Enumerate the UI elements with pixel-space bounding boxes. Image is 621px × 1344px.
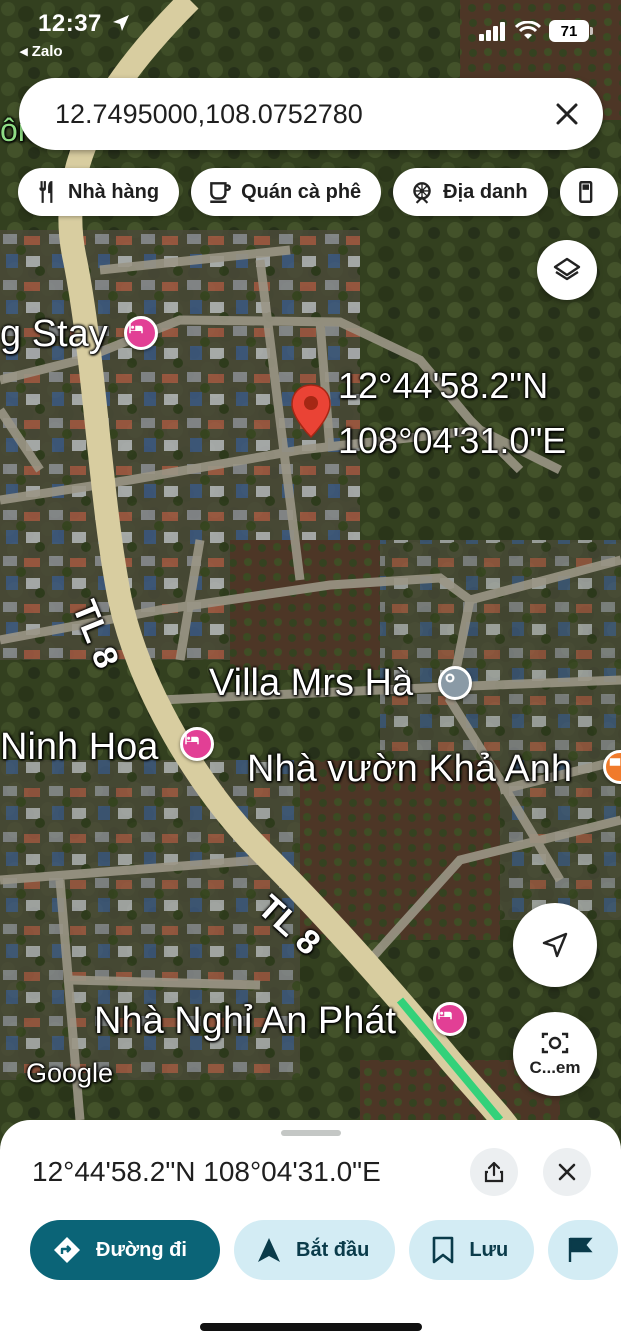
navigation-arrow-icon bbox=[542, 932, 568, 958]
save-button[interactable]: Lưu bbox=[409, 1220, 535, 1280]
home-indicator[interactable] bbox=[200, 1323, 422, 1331]
chip-gas[interactable] bbox=[559, 168, 618, 216]
chip-cafes[interactable]: Quán cà phê bbox=[191, 168, 382, 216]
bed-icon bbox=[438, 1009, 452, 1020]
coordinates-title: 12°44'58.2"N 108°04'31.0"E bbox=[32, 1156, 381, 1187]
share-button[interactable] bbox=[470, 1148, 518, 1196]
directions-label: Đường đi bbox=[96, 1238, 187, 1261]
restaurant-icon bbox=[39, 181, 53, 203]
share-icon bbox=[484, 1161, 504, 1183]
flag-icon bbox=[569, 1237, 593, 1262]
chip-label: Quán cà phê bbox=[241, 180, 362, 203]
label-button[interactable] bbox=[548, 1220, 619, 1280]
pin-latitude-label: 12°44'58.2"N bbox=[338, 365, 549, 406]
back-to-app-link[interactable]: ◂ Zalo bbox=[20, 42, 63, 60]
hotel-pin-stay[interactable] bbox=[124, 316, 158, 350]
map-label-villa[interactable]: Villa Mrs Hà bbox=[209, 662, 413, 705]
action-buttons: Đường đi Bắt đầu Lưu bbox=[30, 1220, 619, 1280]
my-location-button[interactable] bbox=[513, 903, 597, 987]
map-label-stay[interactable]: g Stay bbox=[0, 313, 108, 356]
hotel-pin-an-phat[interactable] bbox=[433, 1002, 467, 1036]
place-pin-villa[interactable] bbox=[438, 666, 472, 700]
layers-button[interactable] bbox=[537, 240, 597, 300]
directions-icon bbox=[54, 1237, 80, 1263]
layers-icon bbox=[553, 257, 581, 281]
bed-icon bbox=[185, 734, 199, 745]
bed-icon bbox=[129, 323, 143, 334]
map-label-ninh-hoa[interactable]: Ninh Hoa bbox=[0, 726, 158, 769]
save-label: Lưu bbox=[469, 1238, 509, 1261]
location-arrow-icon bbox=[113, 15, 130, 31]
clock: 12:37 bbox=[38, 10, 102, 37]
wifi-icon bbox=[515, 21, 541, 39]
search-input[interactable]: 12.7495000,108.0752780 bbox=[55, 99, 363, 130]
map-label-an-phat[interactable]: Nhà Nghỉ An Phát bbox=[94, 1000, 396, 1043]
place-bottom-sheet[interactable]: 12°44'58.2"N 108°04'31.0"E Đường đi Bắt … bbox=[0, 1120, 621, 1344]
camera-label: C...em bbox=[529, 1058, 581, 1077]
chip-label: Địa danh bbox=[443, 180, 528, 203]
start-label: Bắt đầu bbox=[296, 1238, 370, 1261]
lodging-icon bbox=[609, 758, 621, 766]
camera-lens-icon bbox=[541, 1032, 569, 1054]
camera-button[interactable]: C...em bbox=[513, 1012, 597, 1096]
chip-restaurants[interactable]: Nhà hàng bbox=[18, 168, 180, 216]
status-time: 12:37 bbox=[38, 10, 131, 38]
status-icons: 71 bbox=[479, 20, 593, 42]
chip-label: Nhà hàng bbox=[68, 180, 160, 203]
hotel-pin-ninh-hoa[interactable] bbox=[180, 727, 214, 761]
navigation-icon bbox=[258, 1238, 280, 1262]
battery-indicator: 71 bbox=[549, 20, 593, 42]
place-dot-icon bbox=[445, 673, 455, 683]
attraction-icon bbox=[413, 182, 431, 204]
coffee-icon bbox=[210, 182, 232, 203]
category-chips: Nhà hàng Quán cà phê Địa danh bbox=[18, 168, 618, 216]
sheet-drag-handle[interactable] bbox=[281, 1130, 341, 1136]
pin-longitude-label: 108°04'31.0"E bbox=[338, 420, 567, 461]
close-icon bbox=[558, 1163, 576, 1181]
directions-button[interactable]: Đường đi bbox=[30, 1220, 220, 1280]
close-icon[interactable] bbox=[553, 100, 581, 128]
close-sheet-button[interactable] bbox=[543, 1148, 591, 1196]
map-label-nha-vuon[interactable]: Nhà vườn Khả Anh bbox=[247, 748, 572, 791]
signal-icon bbox=[479, 22, 505, 41]
location-pin-icon[interactable] bbox=[290, 383, 332, 439]
google-logo: Google bbox=[26, 1058, 114, 1088]
start-button[interactable]: Bắt đầu bbox=[234, 1220, 396, 1280]
gas-station-icon bbox=[578, 181, 592, 203]
chip-attractions[interactable]: Địa danh bbox=[393, 168, 548, 216]
status-bar: 12:37 ◂ Zalo 71 bbox=[0, 0, 621, 70]
bookmark-icon bbox=[433, 1236, 454, 1264]
search-bar[interactable]: 12.7495000,108.0752780 bbox=[19, 78, 603, 150]
